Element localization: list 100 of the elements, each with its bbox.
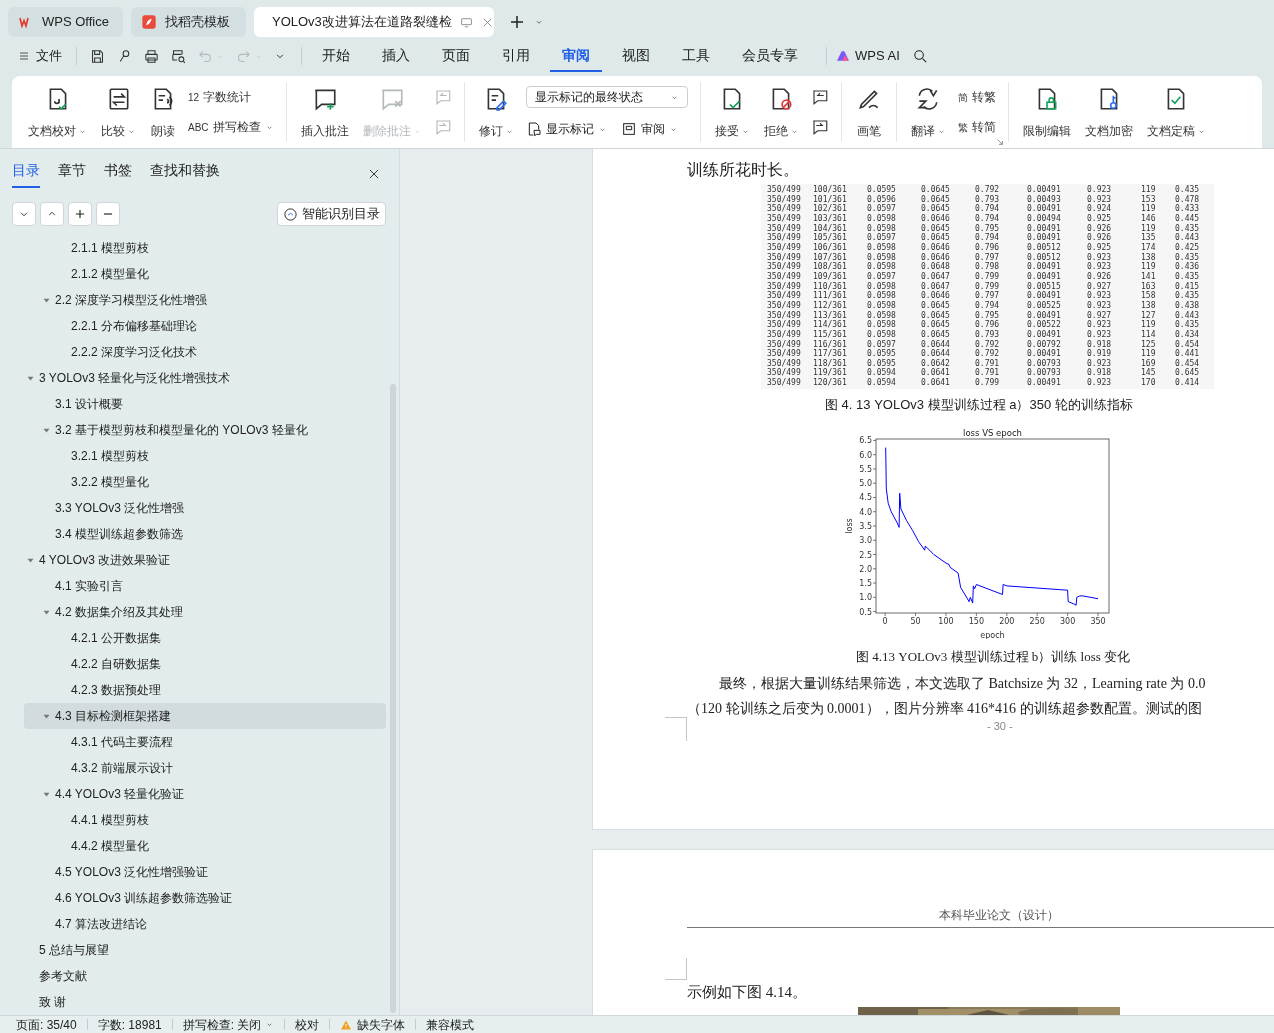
plus-button[interactable] — [68, 202, 92, 226]
panel-tab[interactable]: 书签 — [104, 160, 132, 188]
toc-item[interactable]: 4.7 算法改进结论 — [24, 911, 386, 937]
menu-tab[interactable]: 审阅 — [550, 40, 602, 72]
toc-item[interactable]: 4.2.3 数据预处理 — [24, 677, 386, 703]
toc-item[interactable]: 3 YOLOv3 轻量化与泛化性增强技术 — [24, 365, 386, 391]
ribbon-button[interactable]: 繁 转简 — [957, 118, 996, 136]
ribbon-button[interactable]: 审阅 — [620, 120, 678, 138]
markup-select[interactable]: 显示标记的最终状态 — [525, 86, 688, 108]
table-cell-text: 0.433 — [1175, 204, 1201, 214]
menu-tab[interactable]: 开始 — [310, 40, 362, 72]
panel-tab[interactable]: 目录 — [12, 160, 40, 188]
ribbon-button[interactable]: 画笔 — [853, 84, 884, 140]
previous-comment-icon[interactable] — [810, 88, 829, 106]
table-cell-text: 0.923 — [1087, 329, 1113, 340]
table-cell-text: 169 — [1141, 358, 1157, 368]
ribbon-button[interactable]: 修订 — [476, 84, 516, 140]
ribbon-button[interactable]: 文档定稿 — [1144, 84, 1208, 140]
toc-item[interactable]: 3.2.2 模型量化 — [24, 469, 386, 495]
toc-item[interactable]: 4.2 数据集介绍及其处理 — [24, 599, 386, 625]
toc-item[interactable]: 致 谢 — [24, 989, 386, 1015]
dialog-launcher-icon[interactable] — [995, 138, 1004, 146]
toc-item[interactable]: 4.2.1 公开数据集 — [24, 625, 386, 651]
ribbon-button[interactable]: 12 字数统计 — [188, 88, 274, 106]
toc-item[interactable]: 4.3.1 代码主要流程 — [24, 729, 386, 755]
spellcheck-toggle[interactable]: 拼写检查: 关闭 — [182, 1015, 275, 1033]
menu-tab[interactable]: 会员专享 — [730, 40, 810, 72]
table-cell-text: 0.926 — [1087, 271, 1113, 282]
toc-item[interactable]: 3.1 设计概要 — [24, 391, 386, 417]
toc-item[interactable]: 4.3 目标检测框架搭建 — [24, 703, 386, 729]
warning-icon — [340, 1018, 353, 1031]
table-cell-text: 0.0594 — [867, 368, 897, 378]
toc-item[interactable]: 4 YOLOv3 改进效果验证 — [24, 547, 386, 573]
toc-item[interactable]: 2.1.1 模型剪枝 — [24, 235, 386, 261]
new-tab-plus-icon[interactable] — [508, 13, 526, 31]
app-tab[interactable]: 找稻壳模板 — [131, 7, 246, 37]
toc-item[interactable]: 4.6 YOLOv3 训练超参数筛选验证 — [24, 885, 386, 911]
minus-button[interactable] — [96, 202, 120, 226]
table-cell-text: 350/499 — [767, 213, 802, 224]
menu-tab[interactable]: 引用 — [490, 40, 542, 72]
app-tab[interactable]: WPS Office — [8, 7, 123, 37]
toc-item[interactable]: 参考文献 — [24, 963, 386, 989]
ribbon-button[interactable]: 显示标记 — [525, 120, 607, 138]
app-tab[interactable]: YOLOv3改进算法在道路裂缝检 — [254, 7, 494, 37]
save-icon[interactable] — [89, 47, 106, 65]
table-cell-text: 350/499 — [767, 339, 802, 349]
toc-item[interactable]: 4.1 实验引言 — [24, 573, 386, 599]
toc-item[interactable]: 2.1.2 模型量化 — [24, 261, 386, 287]
menu-tab[interactable]: 工具 — [670, 40, 722, 72]
ribbon-button[interactable]: ABC 拼写检查 — [188, 118, 274, 136]
toc-item[interactable]: 3.4 模型训练超参数筛选 — [24, 521, 386, 547]
panel-tab[interactable]: 查找和替换 — [150, 160, 220, 188]
toc-item[interactable]: 5 总结与展望 — [24, 937, 386, 963]
search-icon[interactable] — [911, 47, 929, 65]
ribbon-button[interactable]: 文档加密 — [1082, 84, 1135, 140]
ribbon-button[interactable]: 翻译 — [908, 84, 948, 140]
wps-ai-button[interactable]: WPS AI — [835, 46, 900, 66]
ribbon-button[interactable]: 插入批注 — [298, 84, 351, 140]
ribbon-button[interactable]: 简 转繁 — [957, 88, 996, 106]
toc-item[interactable]: 4.2.2 自研数据集 — [24, 651, 386, 677]
table-cell-text: 0.795 — [975, 223, 1001, 233]
panel-tab[interactable]: 章节 — [58, 160, 86, 188]
ribbon-button[interactable]: 接受 — [712, 84, 752, 140]
table-cell-text: 0.478 — [1175, 194, 1201, 204]
toc-item[interactable]: 2.2.2 深度学习泛化技术 — [24, 339, 386, 365]
table-cell-text: 0.00793 — [1027, 368, 1062, 378]
file-menu[interactable]: 文件 — [18, 46, 62, 66]
print-preview-icon[interactable] — [170, 47, 187, 65]
toc-item[interactable]: 2.2.1 分布偏移基础理论 — [24, 313, 386, 339]
menu-tab[interactable]: 视图 — [610, 40, 662, 72]
toc-item[interactable]: 3.2 基于模型剪枝和模型量化的 YOLOv3 轻量化 — [24, 417, 386, 443]
smart-toc-button[interactable]: 智能识别目录 — [277, 202, 386, 226]
toc-item[interactable]: 4.3.2 前端展示设计 — [24, 755, 386, 781]
close-icon[interactable] — [367, 167, 381, 181]
ribbon-button[interactable]: 朗读 — [148, 84, 178, 140]
toc-item[interactable]: 3.3 YOLOv3 泛化性增强 — [24, 495, 386, 521]
toc-item[interactable]: 2.2 深度学习模型泛化性增强 — [24, 287, 386, 313]
toc-item[interactable]: 4.4.2 模型量化 — [24, 833, 386, 859]
table-cell-text: 0.00491 — [1027, 378, 1062, 388]
table-cell-text: 0.0595 — [867, 349, 897, 359]
table-cell-text: 0.00491 — [1027, 262, 1062, 272]
toc-item[interactable]: 4.4 YOLOv3 轻量化验证 — [24, 781, 386, 807]
menu-tab[interactable]: 插入 — [370, 40, 422, 72]
proofread-button[interactable]: 校对 — [295, 1015, 320, 1033]
next-comment-icon[interactable] — [810, 118, 829, 136]
print-icon[interactable] — [143, 47, 160, 65]
toc-item[interactable]: 4.5 YOLOv3 泛化性增强验证 — [24, 859, 386, 885]
ribbon-button[interactable]: 比较 — [99, 84, 138, 140]
toc-item[interactable]: 3.2.1 模型剪枝 — [24, 443, 386, 469]
table-cell-text: 0.794 — [975, 300, 1001, 311]
tick-label: 1.5 — [859, 579, 872, 589]
table-cell-text: 153 — [1141, 194, 1157, 204]
menu-tab[interactable]: 页面 — [430, 40, 482, 72]
table-cell-text: 350/499 — [767, 329, 802, 340]
ribbon-button[interactable]: 文档校对 — [26, 84, 89, 140]
table-cell-text: 0.00512 — [1027, 252, 1062, 262]
missing-fonts-button[interactable]: 缺失字体 — [340, 1015, 406, 1033]
ribbon-button[interactable]: 拒绝 — [761, 84, 801, 140]
toc-item[interactable]: 4.4.1 模型剪枝 — [24, 807, 386, 833]
ribbon-button[interactable]: 限制编辑 — [1020, 84, 1073, 140]
